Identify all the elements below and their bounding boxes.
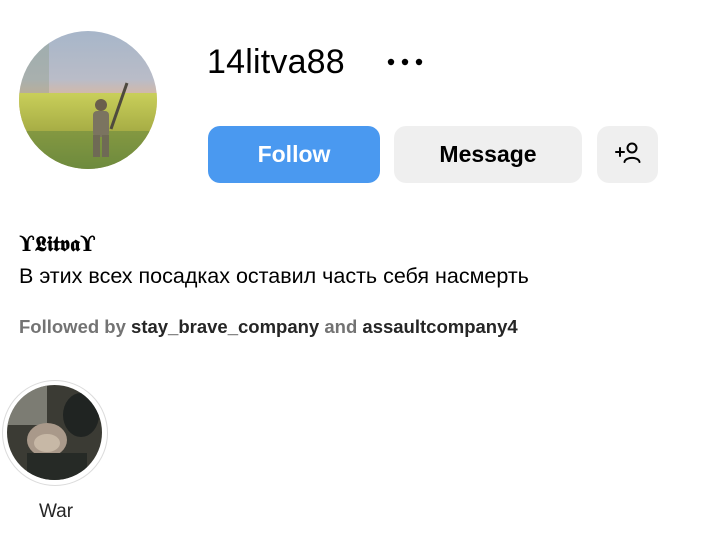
follow-button[interactable]: Follow bbox=[208, 126, 380, 183]
suggested-users-button[interactable] bbox=[597, 126, 658, 183]
more-options-icon[interactable] bbox=[380, 48, 430, 76]
highlight-ring[interactable] bbox=[2, 380, 108, 486]
highlight-label: War bbox=[38, 501, 74, 522]
avatar-photo bbox=[19, 31, 157, 169]
profile-avatar[interactable] bbox=[19, 31, 157, 169]
followed-by-account-link[interactable]: assaultcompany4 bbox=[362, 316, 517, 337]
followed-by-joiner: and bbox=[324, 316, 358, 337]
profile-display-name: ϒ𝕷𝖎𝖙𝖛𝖆ϒ bbox=[19, 231, 96, 256]
profile-bio: В этих всех посадках оставил часть себя … bbox=[19, 264, 529, 288]
followed-by-account-link[interactable]: stay_brave_company bbox=[131, 316, 319, 337]
add-user-icon bbox=[613, 139, 643, 171]
followed-by-prefix: Followed by bbox=[19, 316, 126, 337]
profile-username: 14litva88 bbox=[207, 43, 345, 81]
highlight-cover-image bbox=[7, 385, 102, 480]
followed-by-line: Followed by stay_brave_company and assau… bbox=[19, 315, 518, 339]
message-button[interactable]: Message bbox=[394, 126, 582, 183]
